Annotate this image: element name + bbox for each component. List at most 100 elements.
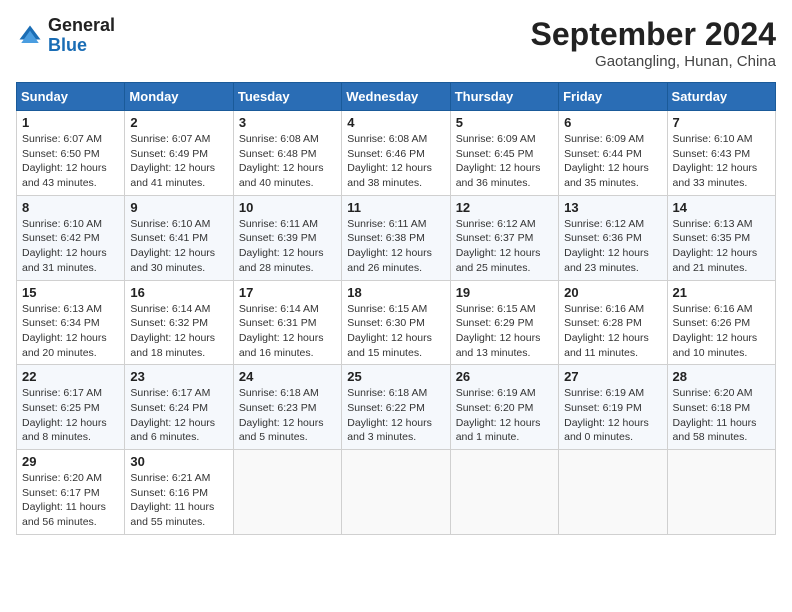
day-number: 7 [673,115,770,130]
day-number: 2 [130,115,227,130]
empty-cell [667,450,775,535]
day-info: Sunrise: 6:16 AMSunset: 6:26 PMDaylight:… [673,302,770,361]
day-info-line: and 40 minutes. [239,177,314,189]
day-info-line: Daylight: 12 hours [130,247,215,259]
day-number: 22 [22,369,119,384]
day-info-line: Sunrise: 6:12 AM [456,218,536,230]
day-info-line: Sunset: 6:35 PM [673,232,751,244]
calendar-cell-day-22: 22 Sunrise: 6:17 AMSunset: 6:25 PMDayligh… [17,365,125,450]
day-info: Sunrise: 6:15 AMSunset: 6:29 PMDaylight:… [456,302,553,361]
day-info-line: Sunset: 6:18 PM [673,402,751,414]
calendar-cell-day-1: 1Sunrise: 6:07 AMSunset: 6:50 PMDaylight… [17,111,125,196]
day-info-line: Daylight: 12 hours [564,332,649,344]
empty-cell [342,450,450,535]
day-info: Sunrise: 6:17 AMSunset: 6:24 PMDaylight:… [130,386,227,445]
calendar-cell-day-24: 24Sunrise: 6:18 AMSunset: 6:23 PMDayligh… [233,365,341,450]
month-title: September 2024 [531,16,776,53]
title-block: September 2024 Gaotangling, Hunan, China [531,16,776,70]
weekday-header-monday: Monday [125,83,233,111]
day-info: Sunrise: 6:08 AMSunset: 6:48 PMDaylight:… [239,132,336,191]
day-info-line: Daylight: 12 hours [456,417,541,429]
day-info-line: Sunrise: 6:17 AM [130,387,210,399]
day-info-line: Sunrise: 6:08 AM [239,133,319,145]
day-number: 15 [22,285,119,300]
day-number: 3 [239,115,336,130]
day-info-line: and 26 minutes. [347,262,422,274]
day-number: 26 [456,369,553,384]
day-info-line: Sunrise: 6:19 AM [564,387,644,399]
day-info-line: and 41 minutes. [130,177,205,189]
day-info-line: Sunrise: 6:14 AM [239,303,319,315]
logo-icon [16,22,44,50]
day-info-line: Sunset: 6:46 PM [347,148,425,160]
day-info-line: Sunset: 6:44 PM [564,148,642,160]
day-info-line: Sunrise: 6:15 AM [347,303,427,315]
day-info-line: Sunrise: 6:13 AM [673,218,753,230]
day-info-line: Daylight: 12 hours [347,332,432,344]
calendar-cell-day-9: 9Sunrise: 6:10 AMSunset: 6:41 PMDaylight… [125,195,233,280]
logo: General Blue [16,16,115,56]
day-info-line: Sunset: 6:24 PM [130,402,208,414]
day-info: Sunrise: 6:16 AMSunset: 6:28 PMDaylight:… [564,302,661,361]
day-info: Sunrise: 6:12 AMSunset: 6:36 PMDaylight:… [564,217,661,276]
day-info-line: Daylight: 12 hours [564,417,649,429]
empty-cell [233,450,341,535]
day-number: 19 [456,285,553,300]
calendar-cell-day-3: 3 Sunrise: 6:08 AMSunset: 6:48 PMDaylight… [233,111,341,196]
day-info-line: Sunset: 6:45 PM [456,148,534,160]
day-info-line: and 25 minutes. [456,262,531,274]
day-info-line: Sunset: 6:17 PM [22,487,100,499]
day-info-line: and 21 minutes. [673,262,748,274]
day-info: Sunrise: 6:09 AMSunset: 6:44 PMDaylight:… [564,132,661,191]
day-number: 24 [239,369,336,384]
day-info-line: Daylight: 12 hours [239,417,324,429]
day-info-line: and 10 minutes. [673,347,748,359]
day-info-line: and 36 minutes. [456,177,531,189]
day-info-line: and 20 minutes. [22,347,97,359]
day-number: 20 [564,285,661,300]
day-number: 25 [347,369,444,384]
day-info-line: and 5 minutes. [239,431,308,443]
calendar-cell-day-29: 29Sunrise: 6:20 AMSunset: 6:17 PMDayligh… [17,450,125,535]
day-info-line: and 6 minutes. [130,431,199,443]
day-info-line: Sunrise: 6:07 AM [130,133,210,145]
day-number: 14 [673,200,770,215]
day-info-line: Daylight: 12 hours [347,247,432,259]
day-info-line: and 18 minutes. [130,347,205,359]
day-info-line: and 55 minutes. [130,516,205,528]
day-info-line: and 30 minutes. [130,262,205,274]
day-info-line: Daylight: 12 hours [22,332,107,344]
day-info-line: Sunrise: 6:18 AM [347,387,427,399]
day-number: 21 [673,285,770,300]
calendar-cell-day-15: 15Sunrise: 6:13 AMSunset: 6:34 PMDayligh… [17,280,125,365]
day-info: Sunrise: 6:17 AMSunset: 6:25 PMDaylight:… [22,386,119,445]
day-number: 28 [673,369,770,384]
day-info-line: Sunrise: 6:18 AM [239,387,319,399]
calendar-cell-day-19: 19 Sunrise: 6:15 AMSunset: 6:29 PMDayligh… [450,280,558,365]
day-info-line: Sunrise: 6:21 AM [130,472,210,484]
day-info: Sunrise: 6:10 AMSunset: 6:43 PMDaylight:… [673,132,770,191]
day-info-line: Sunrise: 6:10 AM [673,133,753,145]
day-number: 6 [564,115,661,130]
day-number: 1 [22,115,119,130]
day-info-line: Sunrise: 6:17 AM [22,387,102,399]
day-info-line: and 11 minutes. [564,347,638,359]
day-info-line: Daylight: 12 hours [564,247,649,259]
day-number: 10 [239,200,336,215]
day-info: Sunrise: 6:11 AMSunset: 6:38 PMDaylight:… [347,217,444,276]
day-info: Sunrise: 6:20 AMSunset: 6:18 PMDaylight:… [673,386,770,445]
day-info-line: Daylight: 12 hours [239,247,324,259]
day-info-line: Sunrise: 6:09 AM [564,133,644,145]
day-info-line: Sunset: 6:37 PM [456,232,534,244]
day-number: 11 [347,200,444,215]
calendar-cell-day-6: 6Sunrise: 6:09 AMSunset: 6:44 PMDaylight… [559,111,667,196]
calendar-cell-day-20: 20 Sunrise: 6:16 AMSunset: 6:28 PMDayligh… [559,280,667,365]
day-info-line: Daylight: 11 hours [22,501,106,513]
day-info-line: Sunrise: 6:19 AM [456,387,536,399]
calendar-cell-day-25: 25Sunrise: 6:18 AMSunset: 6:22 PMDayligh… [342,365,450,450]
day-info-line: Sunrise: 6:10 AM [130,218,210,230]
day-info-line: and 58 minutes. [673,431,748,443]
weekday-header-tuesday: Tuesday [233,83,341,111]
day-info-line: Daylight: 12 hours [22,417,107,429]
day-info-line: Sunrise: 6:20 AM [673,387,753,399]
